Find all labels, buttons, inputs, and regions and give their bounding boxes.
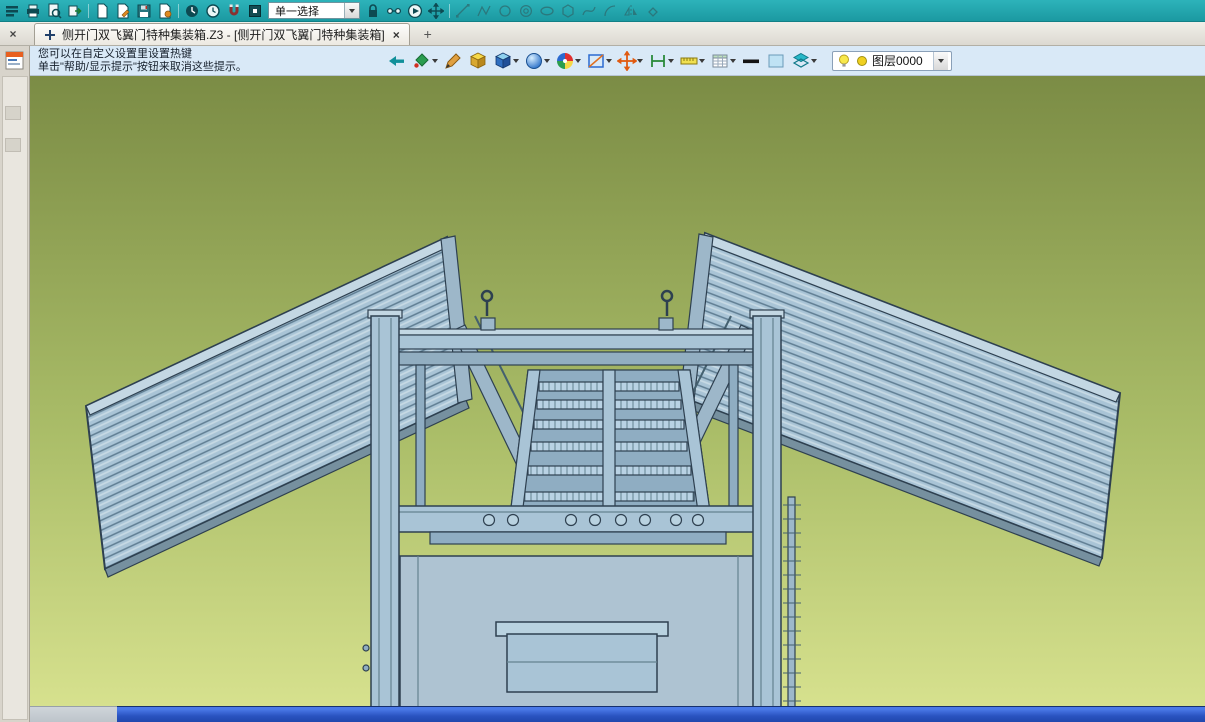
thick-line-icon[interactable] — [741, 50, 761, 72]
layer-dropdown[interactable]: 图层0000 — [832, 50, 952, 71]
equipment-box[interactable] — [495, 621, 669, 693]
manager-panel-icon[interactable] — [5, 51, 24, 75]
viewport-canvas[interactable] — [30, 76, 1205, 722]
hint-line-1: 您可以在自定义设置里设置热键 — [38, 47, 192, 60]
cube-yellow-icon[interactable] — [468, 50, 488, 72]
layer-color-dot — [857, 55, 867, 66]
save-icon[interactable] — [136, 3, 152, 19]
move-target-icon[interactable] — [617, 50, 643, 72]
statusbar-corner — [30, 706, 117, 722]
concentric-circles-icon[interactable] — [518, 3, 534, 19]
export-icon[interactable] — [67, 3, 83, 19]
pan-arrows-icon[interactable] — [428, 2, 444, 19]
ellipse-tool-icon[interactable] — [539, 3, 555, 19]
selection-mode-dropdown[interactable]: 单一选择 — [268, 2, 360, 19]
hint-line-2: 单击"帮助/显示提示"按钮来取消这些提示。 — [38, 60, 247, 73]
brush-icon[interactable] — [443, 50, 463, 72]
play-circle-icon[interactable] — [407, 3, 423, 19]
color-wheel-icon[interactable] — [555, 50, 581, 72]
spline-tool-icon[interactable] — [581, 3, 597, 19]
history-icon[interactable] — [184, 3, 200, 19]
sidebar-panel — [2, 76, 28, 720]
edit-document-icon[interactable] — [115, 3, 131, 19]
magnet-icon[interactable] — [226, 3, 242, 19]
lightbulb-icon[interactable] — [836, 53, 852, 69]
toolbar-separator — [449, 3, 450, 18]
dimension-icon[interactable] — [648, 50, 674, 72]
eraser-tool-icon[interactable] — [644, 3, 660, 19]
document-tab[interactable]: 侧开门双飞翼门特种集装箱.Z3 - [侧开门双飞翼门特种集装箱] × — [34, 23, 410, 45]
app-menu-icon[interactable] — [4, 3, 20, 19]
sidebar-tool-icon[interactable] — [5, 138, 21, 152]
line-tool-icon[interactable] — [455, 3, 471, 19]
chevron-down-icon[interactable] — [344, 3, 359, 18]
back-icon[interactable] — [387, 50, 407, 72]
taskbar-strip — [30, 706, 1205, 722]
section-frame-icon[interactable] — [586, 50, 612, 72]
selection-mode-value: 单一选择 — [275, 5, 319, 18]
print-preview-icon[interactable] — [46, 3, 62, 19]
hinge-beam[interactable] — [397, 505, 757, 533]
layers-icon[interactable] — [791, 50, 817, 72]
layer-dropdown-value: 图层0000 — [872, 54, 923, 68]
clock-icon[interactable] — [205, 3, 221, 19]
sidebar-tool-icon[interactable] — [5, 106, 21, 120]
ruler-icon[interactable] — [679, 50, 705, 72]
tab-close-icon[interactable]: × — [393, 28, 400, 42]
sidebar-close-icon[interactable]: × — [0, 23, 26, 45]
right-column[interactable] — [749, 309, 785, 722]
arc-tool-icon[interactable] — [602, 3, 618, 19]
shaded-sphere-icon[interactable] — [524, 50, 550, 72]
document-settings-icon[interactable] — [157, 3, 173, 19]
ribbon-toolbar: 您可以在自定义设置里设置热键 单击"帮助/显示提示"按钮来取消这些提示。 图层0… — [0, 46, 1205, 76]
record-box-icon[interactable] — [247, 3, 263, 19]
cube-blue-icon[interactable] — [493, 50, 519, 72]
polygon-tool-icon[interactable] — [560, 3, 576, 19]
tab-bar: × 侧开门双飞翼门特种集装箱.Z3 - [侧开门双飞翼门特种集装箱] × + — [0, 22, 1205, 46]
new-document-icon[interactable] — [94, 3, 110, 19]
mirror-tool-icon[interactable] — [623, 3, 639, 19]
repaint-icon[interactable] — [412, 50, 438, 72]
top-toolbar: 单一选择 — [0, 0, 1205, 22]
lock-icon[interactable] — [365, 3, 381, 19]
ribbon-icons: 图层0000 — [387, 50, 952, 72]
tab-title: 侧开门双飞翼门特种集装箱.Z3 - [侧开门双飞翼门特种集装箱] — [62, 28, 385, 42]
tab-file-icon — [45, 29, 55, 40]
toolbar-separator — [178, 3, 179, 18]
new-tab-button[interactable]: + — [416, 23, 440, 45]
viewport — [30, 76, 1205, 722]
swatch-icon[interactable] — [766, 50, 786, 72]
chevron-down-icon[interactable] — [932, 51, 948, 70]
toolbar-separator — [88, 3, 89, 18]
grid-table-icon[interactable] — [710, 50, 736, 72]
windows-taskbar[interactable] — [117, 706, 1205, 722]
printer-icon[interactable] — [25, 3, 41, 19]
left-sidebar — [0, 46, 30, 722]
polyline-tool-icon[interactable] — [476, 3, 492, 19]
hint-text: 您可以在自定义设置里设置热键 单击"帮助/显示提示"按钮来取消这些提示。 — [0, 48, 387, 74]
link-nodes-icon[interactable] — [386, 3, 402, 19]
circle-tool-icon[interactable] — [497, 3, 513, 19]
